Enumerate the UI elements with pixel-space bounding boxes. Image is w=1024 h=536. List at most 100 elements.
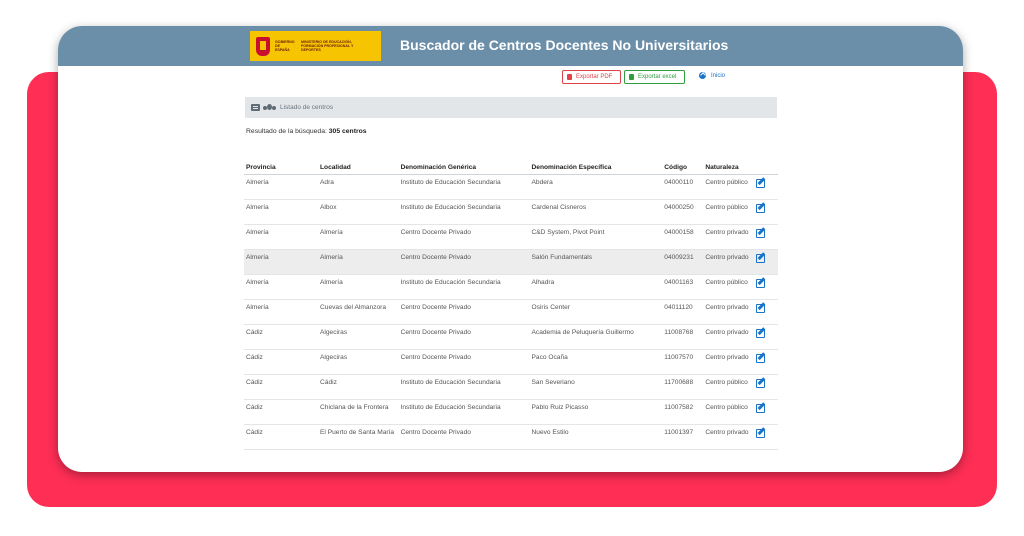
cell-generica: Centro Docente Privado bbox=[398, 224, 530, 250]
cell-especifica: C&D System, Pivot Point bbox=[529, 224, 663, 250]
cell-especifica: Nuevo Estilo bbox=[529, 424, 663, 450]
result-count: 305 centros bbox=[328, 128, 367, 135]
cell-naturaleza: Centro público bbox=[703, 274, 754, 300]
cell-provincia: Almería bbox=[244, 174, 319, 200]
edit-icon[interactable] bbox=[756, 429, 765, 438]
cell-especifica: Osiris Center bbox=[529, 299, 663, 325]
table-row: Almería Almería Centro Docente Privado Saló… bbox=[244, 249, 778, 275]
edit-icon[interactable] bbox=[756, 304, 765, 313]
cell-especifica: Paco Ocaña bbox=[529, 349, 663, 375]
cell-codigo: 04009231 bbox=[662, 249, 704, 275]
header-bar: GOBIERNO DE ESPAÑA MINISTERIO DE EDUCACI… bbox=[58, 26, 963, 66]
cell-localidad: Algeciras bbox=[318, 324, 399, 350]
column-header-localidad[interactable]: Localidad bbox=[318, 160, 399, 175]
ministry-logo: GOBIERNO DE ESPAÑA MINISTERIO DE EDUCACI… bbox=[250, 31, 381, 61]
cell-edit bbox=[754, 324, 778, 350]
cell-localidad: Cuevas del Almanzora bbox=[318, 299, 399, 325]
cell-naturaleza: Centro público bbox=[703, 199, 754, 225]
cell-codigo: 04000158 bbox=[662, 224, 704, 250]
cell-especifica: Abdera bbox=[529, 174, 663, 200]
cell-codigo: 04000110 bbox=[662, 174, 704, 200]
edit-icon[interactable] bbox=[756, 179, 765, 188]
column-header-especifica[interactable]: Denominación Específica bbox=[529, 160, 663, 175]
cell-generica: Centro Docente Privado bbox=[398, 324, 530, 350]
cell-edit bbox=[754, 349, 778, 375]
coat-of-arms-icon bbox=[256, 36, 270, 56]
cell-especifica: San Severiano bbox=[529, 374, 663, 400]
browser-window: GOBIERNO DE ESPAÑA MINISTERIO DE EDUCACI… bbox=[58, 26, 963, 472]
cell-provincia: Cádiz bbox=[244, 424, 319, 450]
cell-edit bbox=[754, 274, 778, 300]
cell-generica: Instituto de Educación Secundaria bbox=[398, 274, 530, 300]
cell-naturaleza: Centro público bbox=[703, 174, 754, 200]
cell-localidad: Cádiz bbox=[318, 374, 399, 400]
cell-generica: Centro Docente Privado bbox=[398, 424, 530, 450]
cell-provincia: Almería bbox=[244, 274, 319, 300]
cell-especifica: Pablo Ruiz Picasso bbox=[529, 399, 663, 425]
edit-icon[interactable] bbox=[756, 404, 765, 413]
home-link[interactable]: Inicio bbox=[699, 72, 725, 79]
result-summary: Resultado de la búsqueda: 305 centros bbox=[246, 128, 367, 135]
pdf-file-icon bbox=[567, 74, 572, 80]
cell-naturaleza: Centro público bbox=[703, 374, 754, 400]
cell-localidad: Almería bbox=[318, 249, 399, 275]
home-label: Inicio bbox=[711, 72, 726, 79]
cell-naturaleza: Centro privado bbox=[703, 299, 754, 325]
cell-naturaleza: Centro privado bbox=[703, 349, 754, 375]
cell-provincia: Cádiz bbox=[244, 324, 319, 350]
cell-edit bbox=[754, 199, 778, 225]
edit-icon[interactable] bbox=[756, 254, 765, 263]
result-label: Resultado de la búsqueda: bbox=[246, 128, 327, 135]
table-header-row: Provincia Localidad Denominación Genéric… bbox=[244, 160, 778, 175]
export-excel-label: Exportar excel bbox=[638, 74, 677, 80]
cell-generica: Centro Docente Privado bbox=[398, 299, 530, 325]
logo-ministerio-text: MINISTERIO DE EDUCACIÓN, FORMACIÓN PROFE… bbox=[301, 39, 354, 53]
cell-generica: Centro Docente Privado bbox=[398, 249, 530, 275]
cell-naturaleza: Centro privado bbox=[703, 424, 754, 450]
users-icon bbox=[263, 104, 276, 111]
edit-icon[interactable] bbox=[756, 379, 765, 388]
cell-localidad: Chiclana de la Frontera bbox=[318, 399, 399, 425]
column-header-provincia[interactable]: Provincia bbox=[244, 160, 319, 175]
cell-codigo: 11008768 bbox=[662, 324, 704, 350]
table-row: Cádiz Algeciras Centro Docente Privado Paco… bbox=[244, 349, 778, 375]
export-pdf-label: Exportar PDF bbox=[576, 74, 613, 80]
cell-edit bbox=[754, 249, 778, 275]
edit-icon[interactable] bbox=[756, 279, 765, 288]
home-arrow-icon bbox=[699, 72, 706, 79]
cell-edit bbox=[754, 174, 778, 200]
cell-provincia: Almería bbox=[244, 224, 319, 250]
edit-icon[interactable] bbox=[756, 329, 765, 338]
cell-edit bbox=[754, 224, 778, 250]
cell-localidad: Albox bbox=[318, 199, 399, 225]
cell-codigo: 11001397 bbox=[662, 424, 704, 450]
cell-edit bbox=[754, 299, 778, 325]
cell-generica: Instituto de Educación Secundaria bbox=[398, 174, 530, 200]
list-icon bbox=[251, 104, 260, 111]
cell-provincia: Cádiz bbox=[244, 349, 319, 375]
cell-edit bbox=[754, 424, 778, 450]
cell-codigo: 11007582 bbox=[662, 399, 704, 425]
cell-edit bbox=[754, 374, 778, 400]
export-excel-button[interactable]: Exportar excel bbox=[624, 70, 685, 84]
table-row: Cádiz Algeciras Centro Docente Privado Acad… bbox=[244, 324, 778, 350]
cell-provincia: Cádiz bbox=[244, 374, 319, 400]
column-header-actions bbox=[754, 160, 778, 175]
edit-icon[interactable] bbox=[756, 229, 765, 238]
cell-naturaleza: Centro privado bbox=[703, 224, 754, 250]
export-pdf-button[interactable]: Exportar PDF bbox=[562, 70, 621, 84]
column-header-naturaleza[interactable]: Naturaleza bbox=[703, 160, 754, 175]
edit-icon[interactable] bbox=[756, 354, 765, 363]
cell-localidad: Adra bbox=[318, 174, 399, 200]
excel-file-icon bbox=[629, 74, 634, 80]
edit-icon[interactable] bbox=[756, 204, 765, 213]
table-row: Almería Almería Centro Docente Privado C&D … bbox=[244, 224, 778, 250]
cell-codigo: 11700688 bbox=[662, 374, 704, 400]
column-header-generica[interactable]: Denominación Genérica bbox=[398, 160, 530, 175]
cell-codigo: 11007570 bbox=[662, 349, 704, 375]
table-row: Cádiz El Puerto de Santa María Centro Doce… bbox=[244, 424, 778, 450]
logo-gobierno-text: GOBIERNO DE ESPAÑA bbox=[275, 39, 295, 53]
cell-edit bbox=[754, 399, 778, 425]
column-header-codigo[interactable]: Código bbox=[662, 160, 704, 175]
cell-especifica: Academia de Peluquería Guillermo bbox=[529, 324, 663, 350]
